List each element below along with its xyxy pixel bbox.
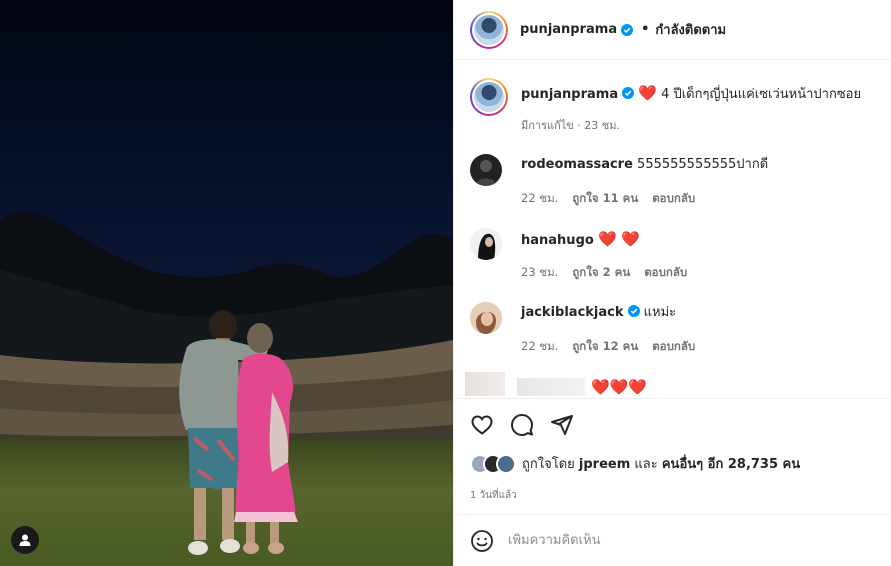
commenter-avatar[interactable] [470,154,502,186]
comments-list[interactable]: punjanprama ❤️ 4 ปีเด็กๆญี่ปุ่นแค่เซเว่น… [454,61,891,398]
likes-prefix: ถูกใจโดย [522,457,575,472]
other-likers[interactable]: คนอื่นๆ อีก 28,735 คน [662,457,800,472]
comment-row: hanahugo ❤️ ❤️ 23 ชม. ถูกใจ 2 คน ตอบกลับ [470,228,880,288]
caption-body: punjanprama ❤️ 4 ปีเด็กๆญี่ปุ่นแค่เซเว่น… [521,84,881,104]
comment-username[interactable]: rodeomassacre [521,157,633,172]
add-comment-bar [454,514,891,566]
comment-body: hanahugo ❤️ ❤️ [521,230,881,250]
author-username[interactable]: punjanprama [520,22,617,37]
user-tag-button[interactable] [11,526,39,554]
comment-time[interactable]: 22 ชม. [521,339,558,353]
comment-likes[interactable]: ถูกใจ 12 คน [572,339,638,353]
woman-figure [234,323,298,554]
likes-middle: และ [634,457,658,472]
likes-summary: ถูกใจโดย jpreem และ คนอื่นๆ อีก 28,735 ค… [522,453,800,474]
post-panel: punjanprama • กำลังติดตาม punjanprama ❤️… [453,0,891,566]
emoji-icon[interactable] [470,529,494,553]
comment-row: rodeomassacre 555555555555ปากดี 22 ชม. ถู… [470,154,880,214]
reply-button[interactable]: ตอบกลับ [652,339,695,353]
comment-text: 555555555555ปากดี [637,157,769,172]
heart-icon[interactable] [470,413,494,437]
verified-icon [622,87,635,99]
caption-row: punjanprama ❤️ 4 ปีเด็กๆญี่ปุ่นแค่เซเว่น… [470,78,880,138]
caption-avatar[interactable] [470,78,508,116]
comment-meta: 22 ชม. ถูกใจ 12 คน ตอบกลับ [521,338,709,356]
post-actions: ถูกใจโดย jpreem และ คนอื่นๆ อีก 28,735 ค… [454,398,891,515]
user-tag-icon [19,534,31,546]
commenter-avatar[interactable] [470,228,502,260]
caption-meta: มีการแก้ไข · 23 ชม. [521,119,620,132]
comment-time[interactable]: 23 ชม. [521,265,558,279]
following-button[interactable]: กำลังติดตาม [655,19,726,40]
comment-body: jackiblackjack แหม่ะ [521,304,881,322]
comment-time[interactable]: 22 ชม. [521,191,558,205]
heart-emoji: ❤️ [638,84,657,102]
caption-username[interactable]: punjanprama [521,87,618,102]
comment-meta: 23 ชม. ถูกใจ 2 คน ตอบกลับ [521,264,701,282]
liker-avatar [496,453,516,474]
blurred-comment-row: ❤️❤️❤️ [465,372,875,398]
caption-text: 4 ปีเด็กๆญี่ปุ่นแค่เซเว่นหน้าปากซอย [661,87,862,102]
heart-emoji: ❤️❤️❤️ [591,378,648,396]
blurred-avatar [465,372,505,396]
liked-by-row[interactable]: ถูกใจโดย jpreem และ คนอื่นๆ อีก 28,735 ค… [470,453,800,474]
post-time[interactable]: 1 วันที่แล้ว [470,488,517,503]
first-liker[interactable]: jpreem [579,457,630,472]
share-icon[interactable] [550,413,574,437]
heart-emoji: ❤️ ❤️ [597,230,641,248]
author-avatar[interactable] [470,10,508,49]
reply-button[interactable]: ตอบกลับ [644,265,687,279]
reply-button[interactable]: ตอบกลับ [652,191,695,205]
blurred-username [517,378,585,396]
commenter-avatar[interactable] [470,302,502,334]
comment-body: rodeomassacre 555555555555ปากดี [521,156,881,174]
header-separator: • [641,22,650,37]
verified-icon [621,23,634,36]
comment-icon[interactable] [510,413,534,437]
verified-icon [627,305,640,317]
comment-username[interactable]: hanahugo [521,233,594,248]
post-photo[interactable] [0,0,453,566]
comment-row: jackiblackjack แหม่ะ 22 ชม. ถูกใจ 12 คน ตอ… [470,302,880,362]
comment-likes[interactable]: ถูกใจ 11 คน [572,191,638,205]
post-header: punjanprama • กำลังติดตาม [454,0,891,60]
comment-text: แหม่ะ [643,305,677,320]
comment-input[interactable] [508,533,848,548]
comment-likes[interactable]: ถูกใจ 2 คน [572,265,630,279]
comment-meta: 22 ชม. ถูกใจ 11 คน ตอบกลับ [521,190,709,208]
comment-username[interactable]: jackiblackjack [521,305,624,320]
